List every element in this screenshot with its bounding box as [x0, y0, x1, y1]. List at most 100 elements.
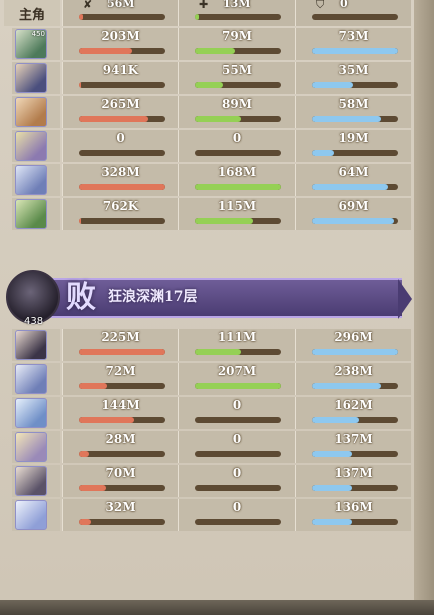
defense-bar — [312, 218, 398, 224]
banner-arrow — [398, 279, 412, 319]
heal-bar — [195, 485, 281, 491]
heal-bar — [195, 383, 281, 389]
hero-avatar[interactable] — [15, 466, 47, 496]
damage-cell: 762K — [62, 198, 178, 230]
hero-avatar[interactable] — [15, 131, 47, 161]
header-defense-cell: ⛉ 0 — [295, 0, 411, 26]
defense-bar-fill — [312, 82, 354, 88]
bottom-frame — [0, 600, 434, 615]
damage-cell: 72M — [62, 363, 178, 395]
hero-avatar[interactable] — [15, 398, 47, 428]
hero-row: 941K 55M 35M — [0, 61, 411, 95]
damage-bar — [79, 519, 165, 525]
hero-avatar[interactable] — [15, 500, 47, 530]
damage-value: 28M — [105, 432, 136, 446]
heal-value: 79M — [222, 29, 252, 43]
defense-value: 58M — [338, 97, 369, 111]
heal-cell: 0 — [178, 130, 295, 162]
damage-bar — [79, 218, 165, 224]
defense-value: 238M — [334, 364, 373, 378]
defense-bar-fill — [312, 150, 335, 156]
hero-avatar[interactable] — [15, 165, 47, 195]
team-label: 主角 — [4, 0, 60, 26]
damage-bar — [79, 48, 165, 54]
damage-bar-fill — [79, 218, 81, 224]
defense-bar — [312, 349, 398, 355]
damage-value: 225M — [101, 330, 140, 344]
defense-value: 64M — [338, 165, 369, 179]
heal-bar-fill — [195, 383, 281, 389]
heal-bar — [195, 150, 281, 156]
hero-row: 762K 115M 69M — [0, 197, 411, 231]
stage-name: 狂浪深渊17层 — [108, 289, 198, 305]
avatar-cell — [12, 363, 60, 395]
defense-bar-fill — [312, 519, 352, 525]
defense-bar-fill — [312, 417, 360, 423]
heal-bar — [195, 48, 281, 54]
damage-cell: 941K — [62, 62, 178, 94]
heal-cell: 115M — [178, 198, 295, 230]
heal-value: 0 — [232, 398, 242, 412]
heal-cell: 207M — [178, 363, 295, 395]
damage-bar-fill — [79, 485, 106, 491]
defense-cell: 136M — [295, 499, 411, 531]
hero-avatar[interactable] — [15, 364, 47, 394]
header-heal-value: 13M — [223, 0, 251, 10]
header-damage-bar — [79, 14, 165, 20]
hero-avatar[interactable] — [15, 63, 47, 93]
heal-bar-fill — [195, 82, 224, 88]
defense-cell: 58M — [295, 96, 411, 128]
damage-bar — [79, 485, 165, 491]
avatar-cell — [12, 164, 60, 196]
heal-bar — [195, 218, 281, 224]
defense-cell: 296M — [295, 329, 411, 361]
hero-avatar[interactable] — [15, 97, 47, 127]
heal-cell: 168M — [178, 164, 295, 196]
heal-value: 0 — [232, 466, 242, 480]
damage-bar — [79, 349, 165, 355]
defense-bar — [312, 485, 398, 491]
heal-bar — [195, 417, 281, 423]
shield-icon: ⛉ — [316, 0, 325, 11]
defense-cell: 73M — [295, 28, 411, 60]
hero-avatar[interactable] — [15, 330, 47, 360]
damage-icon: ✘ — [83, 0, 93, 11]
heal-bar-fill — [195, 349, 242, 355]
hero-avatar[interactable]: 450 — [15, 29, 47, 59]
defense-bar — [312, 519, 398, 525]
defense-bar — [312, 48, 398, 54]
hero-row: 328M 168M 64M — [0, 163, 411, 197]
hero-row: 450 203M 79M 73M — [0, 27, 411, 61]
defense-bar-fill — [312, 184, 388, 190]
damage-cell: 0 — [62, 130, 178, 162]
hero-row: 144M 0 162M — [0, 396, 411, 430]
damage-bar-fill — [79, 519, 92, 525]
hero-row: 265M 89M 58M — [0, 95, 411, 129]
avatar-cell — [12, 465, 60, 497]
heal-value: 0 — [232, 432, 242, 446]
hero-avatar[interactable] — [15, 432, 47, 462]
defense-bar — [312, 184, 398, 190]
header-heal-cell: ✚ 13M — [178, 0, 295, 26]
damage-cell: 203M — [62, 28, 178, 60]
damage-value: 328M — [101, 165, 140, 179]
heal-bar — [195, 519, 281, 525]
damage-bar-fill — [79, 417, 135, 423]
header-defense-bar — [312, 14, 398, 20]
defense-cell: 19M — [295, 130, 411, 162]
heal-cell: 0 — [178, 499, 295, 531]
avatar-cell — [12, 198, 60, 230]
defense-bar-fill — [312, 485, 352, 491]
defense-bar-fill — [312, 349, 398, 355]
hero-row: 72M 207M 238M — [0, 362, 411, 396]
heal-bar — [195, 116, 281, 122]
defense-cell: 64M — [295, 164, 411, 196]
damage-value: 203M — [101, 29, 140, 43]
damage-value: 762K — [102, 199, 139, 213]
damage-cell: 225M — [62, 329, 178, 361]
heal-cell: 55M — [178, 62, 295, 94]
defense-value: 69M — [338, 199, 369, 213]
hero-avatar[interactable] — [15, 199, 47, 229]
damage-bar — [79, 417, 165, 423]
defense-bar — [312, 383, 398, 389]
